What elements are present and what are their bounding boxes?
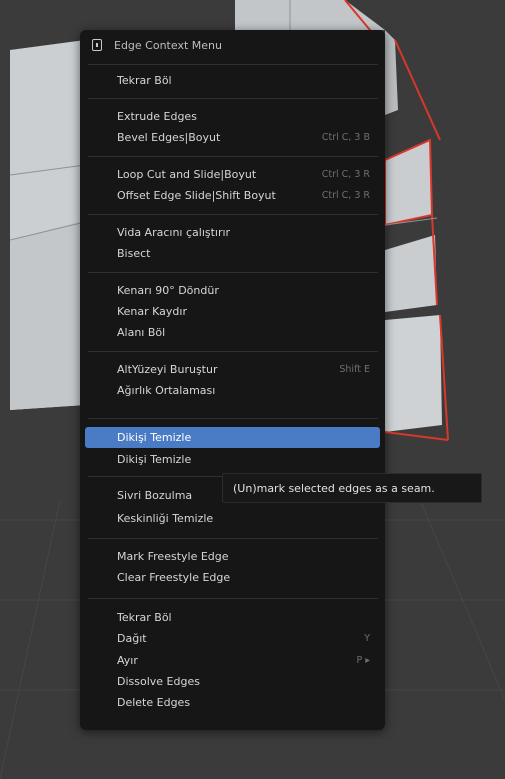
menu-item-label: Clear Freestyle Edge xyxy=(117,571,231,584)
menu-item-separate[interactable]: Ayır P ▸ xyxy=(85,650,380,671)
menu-separator xyxy=(88,418,378,419)
menu-item-clear-freestyle-edge[interactable]: Clear Freestyle Edge xyxy=(85,567,380,588)
menu-item-shortcut: Ctrl C, 3 R xyxy=(321,169,370,180)
menu-item-rip[interactable]: Dağıt Y xyxy=(85,628,380,649)
menu-item-loop-cut[interactable]: Loop Cut and Slide|Boyut Ctrl C, 3 R xyxy=(85,164,380,185)
menu-item-label: Dikişi Temizle xyxy=(117,431,192,444)
menu-item-label: Vida Aracını çalıştırır xyxy=(117,226,231,239)
menu-item-label: Tekrar Böl xyxy=(117,74,172,87)
menu-separator xyxy=(88,272,378,273)
menu-item-delete-edges[interactable]: Delete Edges xyxy=(85,692,380,713)
edge-context-menu: Edge Context Menu Tekrar Böl Extrude Edg… xyxy=(80,30,385,730)
menu-item-rotate-edge[interactable]: Kenarı 90° Döndür xyxy=(85,280,380,301)
menu-title: Edge Context Menu xyxy=(114,38,222,52)
menu-item-label: Extrude Edges xyxy=(117,110,197,123)
menu-item-label: Bisect xyxy=(117,247,151,260)
menu-item-shortcut: Y xyxy=(364,633,370,644)
menu-separator xyxy=(88,98,378,99)
menu-item-label: Ağırlık Ortalaması xyxy=(117,384,216,397)
menu-item-label: Kenarı 90° Döndür xyxy=(117,284,219,297)
menu-separator xyxy=(88,64,378,65)
menu-item-label: Alanı Böl xyxy=(117,326,166,339)
menu-item-shortcut: P ▸ xyxy=(356,655,370,666)
menu-item-shortcut: Ctrl C, 3 B xyxy=(321,132,370,143)
menu-item-label: Bevel Edges|Boyut xyxy=(117,131,221,144)
menu-item-split-region[interactable]: Alanı Böl xyxy=(85,322,380,343)
menu-item-bevel-weight[interactable]: Ağırlık Ortalaması xyxy=(85,380,380,401)
tooltip: (Un)mark selected edges as a seam. xyxy=(222,473,482,503)
menu-separator xyxy=(88,538,378,539)
menu-item-label: Ayır xyxy=(117,654,138,667)
menu-item-label: Delete Edges xyxy=(117,696,191,709)
menu-item-screw[interactable]: Vida Aracını çalıştırır xyxy=(85,222,380,243)
menu-item-subsurf-crease[interactable]: AltYüzeyi Buruştur Shift E xyxy=(85,359,380,380)
menu-item-label: AltYüzeyi Buruştur xyxy=(117,363,218,376)
menu-item-label: Tekrar Böl xyxy=(117,611,172,624)
menu-item-label: Keskinliği Temizle xyxy=(117,512,214,525)
menu-item-clear-sharp[interactable]: Keskinliği Temizle xyxy=(85,508,380,529)
menu-item-label: Offset Edge Slide|Shift Boyut xyxy=(117,189,276,202)
menu-item-offset-edge-slide[interactable]: Offset Edge Slide|Shift Boyut Ctrl C, 3 … xyxy=(85,185,380,206)
menu-item-label: Sivri Bozulma xyxy=(117,489,193,502)
menu-header: Edge Context Menu xyxy=(80,30,385,60)
menu-item-edge-slide[interactable]: Kenar Kaydır xyxy=(85,301,380,322)
menu-item-shortcut: Shift E xyxy=(339,364,370,375)
menu-item-label: Dikişi Temizle xyxy=(117,453,192,466)
menu-item-mark-freestyle-edge[interactable]: Mark Freestyle Edge xyxy=(85,546,380,567)
menu-item-label: Kenar Kaydır xyxy=(117,305,187,318)
menu-item-bevel-edges[interactable]: Bevel Edges|Boyut Ctrl C, 3 B xyxy=(85,127,380,148)
menu-item-un-subdivide[interactable]: Tekrar Böl xyxy=(85,607,380,628)
menu-item-shortcut: Ctrl C, 3 R xyxy=(321,190,370,201)
menu-item-label: Loop Cut and Slide|Boyut xyxy=(117,168,257,181)
menu-item-label: Mark Freestyle Edge xyxy=(117,550,229,563)
menu-separator xyxy=(88,156,378,157)
tooltip-text: (Un)mark selected edges as a seam. xyxy=(233,481,435,495)
menu-separator xyxy=(88,598,378,599)
menu-item-subdivide[interactable]: Tekrar Böl xyxy=(85,70,380,91)
menu-item-mark-seam[interactable]: Dikişi Temizle xyxy=(85,427,380,448)
menu-item-clear-seam[interactable]: Dikişi Temizle xyxy=(85,449,380,470)
menu-item-label: Dağıt xyxy=(117,632,147,645)
menu-item-extrude-edges[interactable]: Extrude Edges xyxy=(85,106,380,127)
menu-item-label: Dissolve Edges xyxy=(117,675,200,688)
menu-separator xyxy=(88,351,378,352)
menu-item-dissolve-edges[interactable]: Dissolve Edges xyxy=(85,671,380,692)
menu-separator xyxy=(88,214,378,215)
mesh-left-face xyxy=(9,40,86,410)
pin-icon[interactable] xyxy=(92,39,102,51)
menu-item-bisect[interactable]: Bisect xyxy=(85,243,380,264)
